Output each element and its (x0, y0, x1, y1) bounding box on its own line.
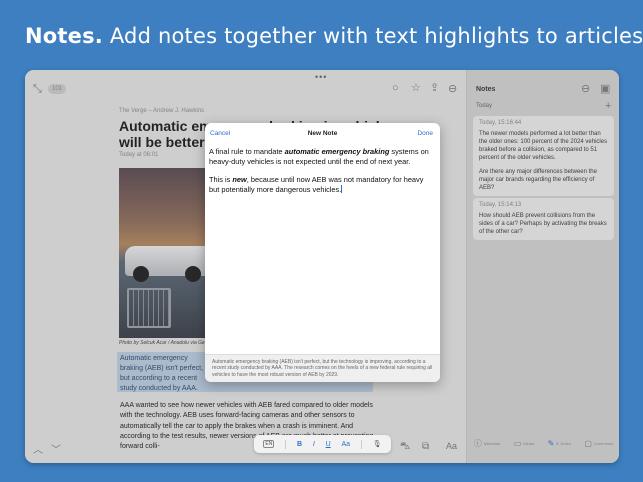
divider (285, 439, 287, 449)
text-caret (341, 184, 343, 193)
italic-button[interactable]: I (313, 441, 315, 448)
editor-paragraph: This is new, because until now AEB was n… (209, 175, 435, 194)
marketing-headline: Notes. Add notes together with text high… (25, 24, 643, 48)
cancel-button[interactable]: Cancel (210, 130, 230, 137)
bold-button[interactable]: B (297, 441, 302, 448)
headline-bold: Notes. (25, 24, 103, 48)
divider (360, 439, 362, 449)
new-note-modal: New Note Cancel Done A final rule to man… (205, 123, 440, 382)
mic-icon[interactable]: 🎙 (373, 440, 382, 448)
editor-emphasis: new (232, 175, 247, 185)
tablet-screen: ⤡ 101 ○ ☆ ⇪ ⊖ The Verge – Andrew J. Hawk… (25, 70, 619, 463)
note-editor[interactable]: A final rule to mandate automatic emerge… (209, 147, 435, 194)
language-button[interactable]: EN (263, 440, 275, 448)
format-toolbar: EN B I U Aa 🎙 (254, 435, 391, 453)
headline-rest: Add notes together with text highlights … (102, 24, 643, 48)
done-button[interactable]: Done (417, 130, 433, 137)
font-size-button[interactable]: Aa (342, 441, 351, 448)
modal-title: New Note (307, 130, 338, 137)
editor-paragraph: A final rule to mandate automatic emerge… (209, 147, 435, 166)
editor-text: A final rule to mandate (209, 147, 285, 156)
editor-emphasis: automatic emergency braking (284, 147, 390, 156)
editor-text: This is (209, 175, 233, 185)
quoted-highlight: Automatic emergency braking (AEB) isn't … (205, 354, 440, 382)
underline-button[interactable]: U (326, 441, 331, 448)
